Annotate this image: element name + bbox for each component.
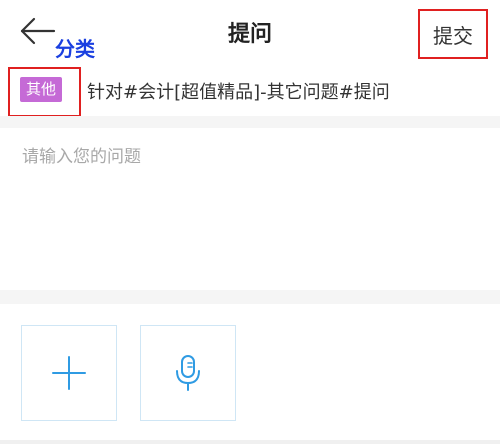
- category-tag[interactable]: 其他: [20, 77, 63, 102]
- section-divider: [0, 290, 500, 304]
- category-path: 针对#会计[超值精品]-其它问题#提问: [87, 82, 390, 103]
- header-bar: 提问 分类 提交: [0, 0, 500, 62]
- section-divider: [0, 116, 500, 128]
- add-attachment-button[interactable]: [21, 325, 117, 421]
- category-annotation-label: 分类: [55, 37, 95, 61]
- microphone-icon: [176, 355, 200, 391]
- submit-button[interactable]: 提交: [418, 9, 488, 59]
- ask-question-page: 提问 分类 提交 其他 针对#会计[超值精品]-其它问题#提问: [0, 0, 500, 444]
- category-row: 其他 针对#会计[超值精品]-其它问题#提问: [0, 62, 500, 117]
- voice-input-button[interactable]: [140, 325, 236, 421]
- plus-icon: [52, 356, 86, 390]
- bottom-divider: [0, 440, 500, 444]
- question-input[interactable]: [0, 128, 500, 290]
